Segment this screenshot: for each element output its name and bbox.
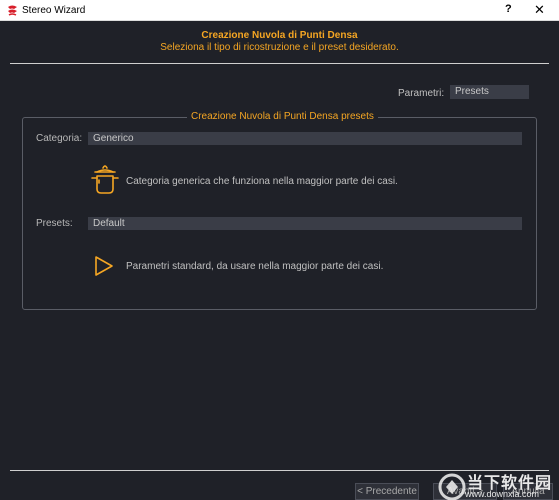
close-button[interactable]: ✕	[534, 2, 545, 18]
preset-description: Parametri standard, da usare nella maggi…	[126, 261, 384, 272]
category-select[interactable]: Generico	[88, 132, 522, 145]
presets-select[interactable]: Default	[88, 217, 522, 230]
window-titlebar: Stereo Wizard ? ✕	[0, 0, 559, 21]
category-description: Categoria generica che funziona nella ma…	[126, 176, 398, 187]
watermark-url: www.downxia.com	[465, 489, 540, 499]
header-divider	[10, 63, 549, 64]
parameters-label: Parametri:	[398, 88, 445, 99]
page-subtitle: Seleziona il tipo di ricostruzione e il …	[160, 42, 399, 53]
app-logo-icon	[8, 5, 17, 16]
presets-label: Presets:	[36, 218, 73, 229]
pot-icon	[91, 165, 119, 194]
help-button[interactable]: ?	[505, 3, 512, 15]
category-label: Categoria:	[36, 133, 83, 144]
groupbox-title: Creazione Nuvola di Punti Densa presets	[187, 111, 378, 122]
page-title: Creazione Nuvola di Punti Densa	[201, 30, 358, 41]
window-title: Stereo Wizard	[22, 5, 86, 16]
play-icon	[95, 256, 113, 276]
presets-groupbox	[22, 117, 537, 310]
previous-button[interactable]: < Precedente	[355, 483, 419, 500]
parameters-select[interactable]: Presets	[450, 85, 529, 99]
